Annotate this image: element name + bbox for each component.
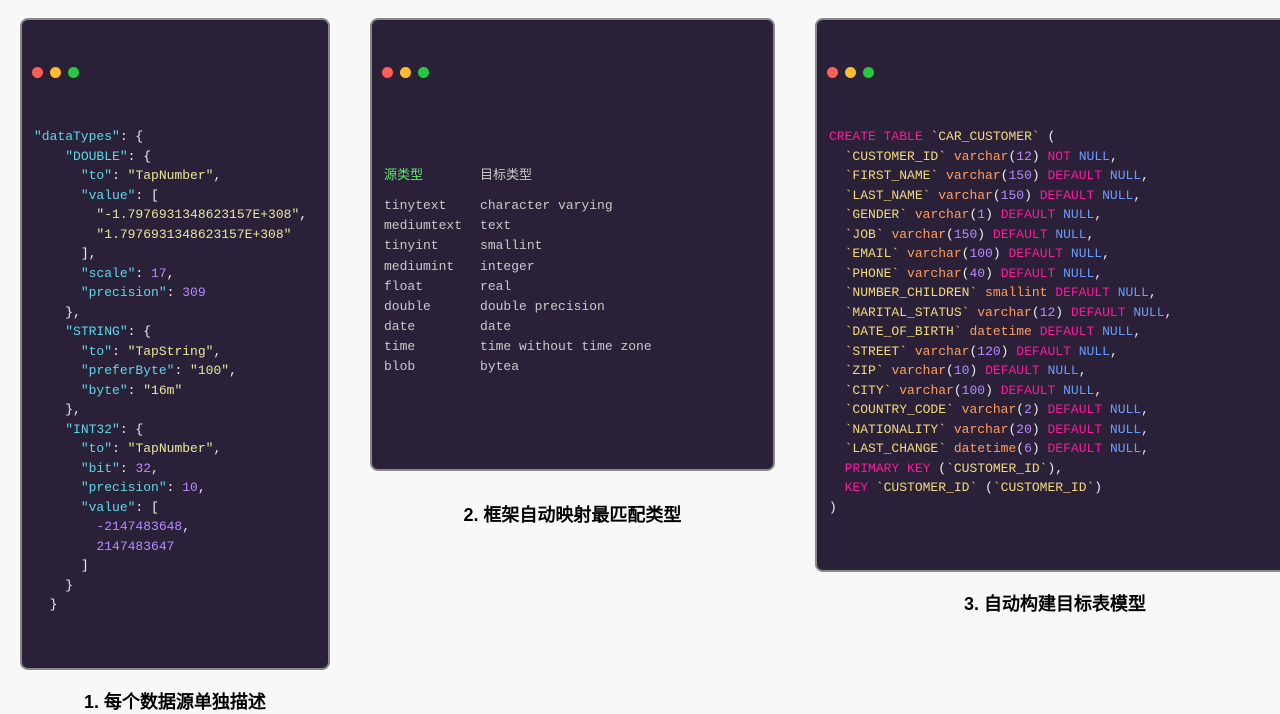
dst-type: text — [480, 216, 670, 236]
zoom-icon — [863, 67, 874, 78]
dst-type: bytea — [480, 357, 670, 377]
dst-type: character varying — [480, 196, 670, 216]
column-2: 源类型 目标类型 tinytextcharacter varyingmedium… — [370, 18, 775, 527]
table-row: doubledouble precision — [384, 297, 670, 317]
dst-type: integer — [480, 257, 670, 277]
src-type: blob — [384, 357, 480, 377]
caption-1: 1. 每个数据源单独描述 — [84, 688, 266, 714]
table-row: tinyintsmallint — [384, 236, 670, 256]
table-row: blobbytea — [384, 357, 670, 377]
src-type: mediumtext — [384, 216, 480, 236]
table-row: datedate — [384, 317, 670, 337]
dst-type: time without time zone — [480, 337, 670, 357]
col-target-header: 目标类型 — [480, 166, 670, 196]
code-body-1: "dataTypes": { "DOUBLE": { "to": "TapNum… — [22, 121, 328, 629]
src-type: double — [384, 297, 480, 317]
dst-type: date — [480, 317, 670, 337]
code-window-1: "dataTypes": { "DOUBLE": { "to": "TapNum… — [20, 18, 330, 670]
src-type: mediumint — [384, 257, 480, 277]
code-body-3: CREATE TABLE `CAR_CUSTOMER` ( `CUSTOMER_… — [817, 121, 1280, 531]
code-window-2: 源类型 目标类型 tinytextcharacter varyingmedium… — [370, 18, 775, 471]
window-chrome — [22, 59, 328, 82]
layout-row: "dataTypes": { "DOUBLE": { "to": "TapNum… — [0, 0, 1280, 714]
dst-type: real — [480, 277, 670, 297]
table-row: floatreal — [384, 277, 670, 297]
caption-3: 3. 自动构建目标表模型 — [964, 590, 1146, 616]
dst-type: smallint — [480, 236, 670, 256]
src-type: tinytext — [384, 196, 480, 216]
minimize-icon — [50, 67, 61, 78]
type-mapping-table: 源类型 目标类型 tinytextcharacter varyingmedium… — [384, 166, 670, 377]
window-chrome — [372, 59, 773, 82]
code-window-3: CREATE TABLE `CAR_CUSTOMER` ( `CUSTOMER_… — [815, 18, 1280, 572]
caption-2: 2. 框架自动映射最匹配类型 — [463, 501, 681, 527]
minimize-icon — [400, 67, 411, 78]
src-type: date — [384, 317, 480, 337]
close-icon — [32, 67, 43, 78]
zoom-icon — [68, 67, 79, 78]
table-row: mediumintinteger — [384, 257, 670, 277]
table-row: mediumtexttext — [384, 216, 670, 236]
code-body-2: 源类型 目标类型 tinytextcharacter varyingmedium… — [372, 121, 773, 430]
src-type: time — [384, 337, 480, 357]
table-row: tinytextcharacter varying — [384, 196, 670, 216]
src-type: tinyint — [384, 236, 480, 256]
close-icon — [382, 67, 393, 78]
close-icon — [827, 67, 838, 78]
table-row: timetime without time zone — [384, 337, 670, 357]
window-chrome — [817, 59, 1280, 82]
column-3: CREATE TABLE `CAR_CUSTOMER` ( `CUSTOMER_… — [815, 18, 1280, 616]
dst-type: double precision — [480, 297, 670, 317]
minimize-icon — [845, 67, 856, 78]
zoom-icon — [418, 67, 429, 78]
column-1: "dataTypes": { "DOUBLE": { "to": "TapNum… — [20, 18, 330, 714]
col-source-header: 源类型 — [384, 166, 480, 196]
src-type: float — [384, 277, 480, 297]
